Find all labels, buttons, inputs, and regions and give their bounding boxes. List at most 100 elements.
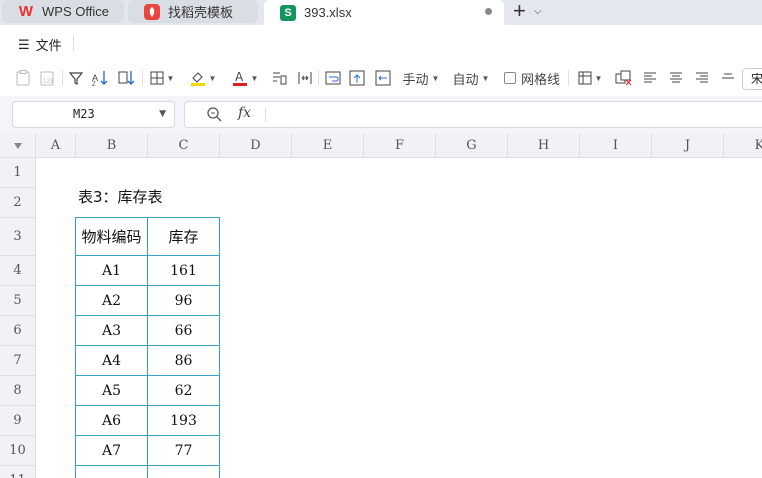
- column-header-a[interactable]: A: [36, 134, 76, 158]
- chevron-down-icon: ▼: [208, 73, 217, 83]
- chevron-down-icon: ▼: [431, 73, 440, 83]
- table-cell-code[interactable]: A7: [75, 435, 148, 466]
- table-header-stock[interactable]: 库存: [147, 217, 220, 256]
- align-right-icon[interactable]: [694, 68, 710, 88]
- row-header-11[interactable]: 11: [0, 466, 36, 478]
- tab-wps-office[interactable]: W WPS Office: [2, 0, 124, 23]
- row-header-1[interactable]: 1: [0, 158, 36, 188]
- row-height-dropdown[interactable]: 手动 ▼: [400, 68, 442, 88]
- paste-values-icon[interactable]: 123: [38, 68, 56, 88]
- column-header-i[interactable]: I: [580, 134, 652, 158]
- sort-descending-icon[interactable]: [118, 68, 136, 88]
- toolbar-divider: [318, 70, 319, 86]
- row-header-10[interactable]: 10: [0, 436, 36, 466]
- gridlines-check-box[interactable]: [503, 72, 516, 84]
- fill-color-icon: [190, 72, 205, 86]
- column-width-dropdown[interactable]: 自动 ▼: [450, 68, 492, 88]
- row-header-8[interactable]: 8: [0, 376, 36, 406]
- hamburger-icon: ☰: [18, 36, 30, 52]
- borders-dropdown[interactable]: ▼: [148, 68, 176, 88]
- table-caption[interactable]: 表3：库存表: [78, 186, 163, 207]
- new-tab-plus-icon[interactable]: +: [513, 0, 526, 22]
- align-justify-icon[interactable]: [720, 68, 736, 88]
- tab-file-label: 393.xlsx: [304, 5, 352, 20]
- tab-spreadsheet-file[interactable]: S 393.xlsx: [264, 0, 504, 25]
- paste-special-icon[interactable]: [14, 68, 32, 88]
- table-cell-code[interactable]: A3: [75, 315, 148, 346]
- table-cell-stock[interactable]: 193: [147, 405, 220, 436]
- select-all-corner[interactable]: [0, 134, 36, 158]
- table-cell-stock[interactable]: 96: [147, 285, 220, 316]
- column-header-d[interactable]: D: [220, 134, 292, 158]
- align-top-icon[interactable]: [348, 68, 366, 88]
- column-header-e[interactable]: E: [292, 134, 364, 158]
- font-name-box[interactable]: 宋: [742, 68, 762, 90]
- toolbar-divider: [568, 70, 569, 86]
- zoom-icon[interactable]: [207, 107, 222, 125]
- cell-reference: M23: [73, 107, 95, 121]
- clear-format-icon[interactable]: [614, 68, 634, 88]
- table-cell-stock[interactable]: 86: [147, 345, 220, 376]
- table-cell-stock[interactable]: 77: [147, 435, 220, 466]
- column-width-icon[interactable]: [296, 68, 314, 88]
- formula-input[interactable]: fx: [184, 101, 762, 128]
- table-cell-code[interactable]: A2: [75, 285, 148, 316]
- row-header-6[interactable]: 6: [0, 316, 36, 346]
- table-header-code[interactable]: 物料编码: [75, 217, 148, 256]
- column-header-f[interactable]: F: [364, 134, 436, 158]
- font-color-icon: A: [232, 70, 247, 86]
- table-cell-stock[interactable]: 161: [147, 255, 220, 286]
- tab-template-store[interactable]: 找稻壳模板: [128, 0, 258, 23]
- row-header-9[interactable]: 9: [0, 406, 36, 436]
- daoke-logo-icon: [144, 3, 160, 20]
- chevron-down-icon[interactable]: ▼: [159, 102, 166, 127]
- tab-wps-label: WPS Office: [42, 4, 109, 19]
- freeze-panes-dropdown[interactable]: ▼: [575, 68, 605, 88]
- column-header-b[interactable]: B: [76, 134, 148, 158]
- column-header-k[interactable]: K: [724, 134, 762, 158]
- row-header-7[interactable]: 7: [0, 346, 36, 376]
- name-box[interactable]: M23 ▼: [12, 101, 175, 128]
- gridlines-checkbox[interactable]: 网格线: [502, 68, 562, 88]
- spreadsheet-logo-icon: S: [280, 4, 296, 21]
- format-painter-icon[interactable]: [270, 68, 288, 88]
- font-color-dropdown[interactable]: A ▼: [230, 68, 260, 88]
- align-left-icon[interactable]: [642, 68, 658, 88]
- tab-bar: W WPS Office 找稻壳模板 S 393.xlsx + ⌵: [0, 0, 762, 25]
- menu-row: ☰ 文件: [0, 25, 762, 60]
- unsaved-dot-icon[interactable]: [485, 8, 492, 15]
- column-header-g[interactable]: G: [436, 134, 508, 158]
- column-width-label: 自动: [452, 71, 479, 87]
- insert-function-icon[interactable]: fx: [238, 105, 251, 121]
- tab-list-chevron-icon[interactable]: ⌵: [534, 6, 542, 17]
- align-center-icon[interactable]: [668, 68, 684, 88]
- row-header-3[interactable]: 3: [0, 218, 36, 256]
- table-cell-partial[interactable]: [75, 465, 148, 478]
- table-cell-code[interactable]: A6: [75, 405, 148, 436]
- row-header-5[interactable]: 5: [0, 286, 36, 316]
- table-cell-code[interactable]: A4: [75, 345, 148, 376]
- table-cell-stock[interactable]: 66: [147, 315, 220, 346]
- filter-icon[interactable]: [68, 68, 84, 88]
- sort-ascending-icon[interactable]: AZ: [92, 68, 110, 88]
- column-header-h[interactable]: H: [508, 134, 580, 158]
- file-menu-button[interactable]: ☰ 文件: [18, 35, 62, 54]
- column-header-c[interactable]: C: [148, 134, 220, 158]
- row-header-2[interactable]: 2: [0, 188, 36, 218]
- chevron-down-icon: ▼: [166, 73, 175, 83]
- column-header-j[interactable]: J: [652, 134, 724, 158]
- fill-color-dropdown[interactable]: ▼: [188, 68, 218, 88]
- spreadsheet-grid[interactable]: ABCDEFGHIJK 1234567891011 表3：库存表 物料编码库存A…: [0, 134, 762, 478]
- table-cell-partial[interactable]: [147, 465, 220, 478]
- chevron-down-icon: ▼: [594, 73, 603, 83]
- merge-cells-icon[interactable]: [374, 68, 392, 88]
- table-cell-stock[interactable]: 62: [147, 375, 220, 406]
- formula-divider: [265, 108, 266, 122]
- row-header-4[interactable]: 4: [0, 256, 36, 286]
- table-cell-code[interactable]: A1: [75, 255, 148, 286]
- file-menu-label: 文件: [35, 38, 62, 53]
- svg-text:A: A: [235, 70, 244, 84]
- formula-bar: M23 ▼ fx: [0, 96, 762, 134]
- table-cell-code[interactable]: A5: [75, 375, 148, 406]
- wrap-text-icon[interactable]: [324, 68, 342, 88]
